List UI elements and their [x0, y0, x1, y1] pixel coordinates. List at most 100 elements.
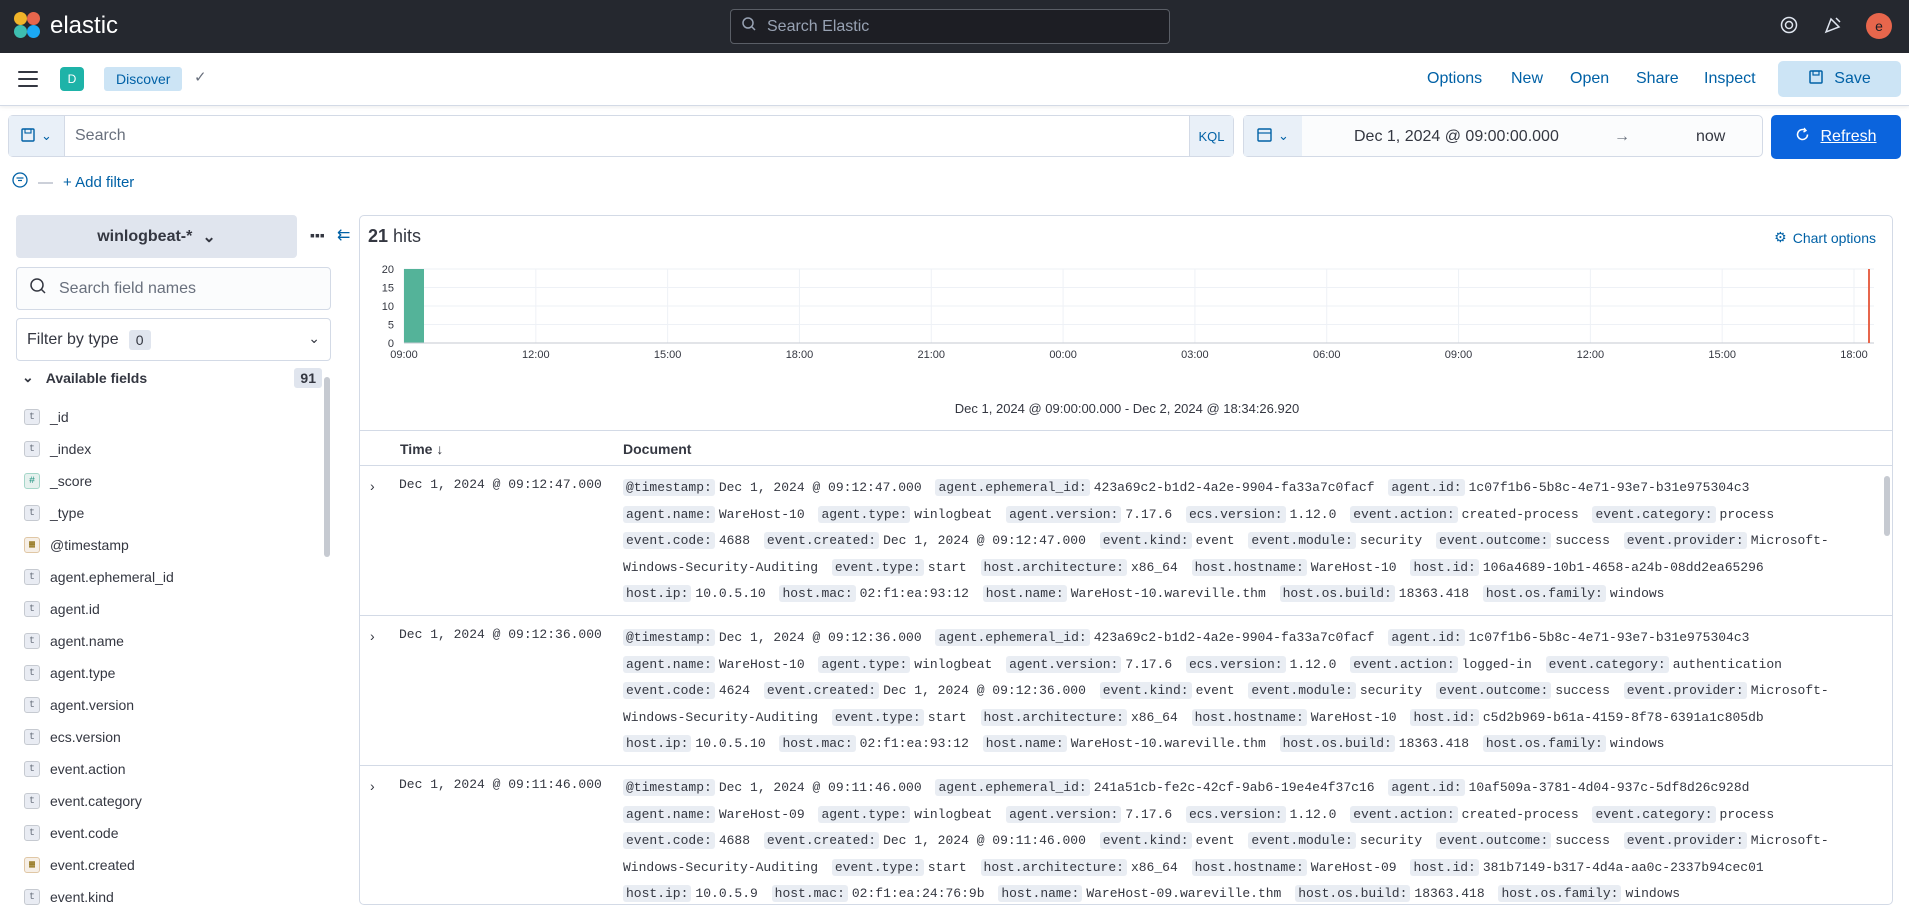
field-name: event.code [50, 825, 119, 841]
field-list-item[interactable]: t agent.version [24, 689, 324, 721]
document-field-key: event.category: [1592, 805, 1716, 823]
quick-date-menu[interactable]: ⌄ [1244, 116, 1302, 156]
document-field-key: host.name: [982, 735, 1067, 752]
saved-query-menu[interactable]: ⌄ [9, 116, 65, 156]
histogram-chart[interactable]: 2015105009:00 12:00 15:00 18:00 21:00 00:00 03… [360, 261, 1893, 371]
document-field-key: host.hostname: [1191, 708, 1307, 726]
chevron-right-icon[interactable]: › [370, 628, 375, 644]
field-list-item[interactable]: ▦ @timestamp [24, 529, 324, 561]
document-field-key: event.action: [1350, 655, 1458, 673]
document-field-key: ecs.version: [1185, 805, 1286, 823]
field-list-item[interactable]: t agent.id [24, 593, 324, 625]
document-field-value: 7.17.6 [1125, 806, 1173, 822]
query-input[interactable]: Search [75, 127, 126, 145]
document-field-key: event.outcome: [1436, 682, 1552, 699]
field-list-item[interactable]: t _type [24, 497, 324, 529]
field-list-item[interactable]: t event.kind [24, 881, 324, 913]
table-scrollbar[interactable] [1884, 476, 1890, 536]
share-link[interactable]: Share [1636, 70, 1679, 88]
save-icon [1808, 69, 1824, 90]
field-search-input[interactable]: Search field names [16, 267, 331, 310]
more-options-icon[interactable]: ▪▪▪ [310, 227, 325, 243]
document-field-value: 7.17.6 [1125, 506, 1173, 522]
document-field-key: event.provider: [1623, 832, 1747, 849]
document-field-key: event.kind: [1099, 532, 1192, 549]
divider: — [38, 173, 53, 191]
field-name: _index [50, 441, 92, 457]
hits-count: 21 [368, 226, 389, 246]
global-search-input[interactable]: Search Elastic [730, 9, 1170, 44]
news-feed-icon[interactable] [1824, 16, 1842, 39]
document-field-value: start [927, 709, 967, 725]
user-avatar[interactable]: e [1866, 13, 1892, 39]
chevron-right-icon[interactable]: › [370, 478, 375, 494]
document-field-key: agent.type: [818, 655, 911, 673]
chevron-down-icon: ⌄ [22, 369, 34, 385]
field-list-item[interactable]: # _score [24, 465, 324, 497]
chevron-right-icon[interactable]: › [370, 778, 375, 794]
field-list-item[interactable]: t event.action [24, 753, 324, 785]
field-name: ecs.version [50, 729, 121, 745]
save-button[interactable]: Save [1778, 61, 1901, 97]
x-tick-label: 12:00 [522, 349, 550, 361]
document-field-key: host.hostname: [1191, 858, 1307, 876]
field-list-item[interactable]: t event.category [24, 785, 324, 817]
inspect-link[interactable]: Inspect [1704, 70, 1756, 88]
document-field-key: host.id: [1410, 858, 1479, 876]
elastic-logo[interactable]: elastic [14, 12, 118, 40]
document-field-key: agent.ephemeral_id: [935, 629, 1090, 646]
field-list-item[interactable]: ▦ event.created [24, 849, 324, 881]
date-start[interactable]: Dec 1, 2024 @ 09:00:00.000 [1354, 128, 1559, 146]
document-field-key: event.created: [763, 682, 880, 699]
field-list-item[interactable]: t agent.name [24, 625, 324, 657]
document-table-header: Time ↓ Document [360, 430, 1892, 466]
document-field-key: host.architecture: [980, 558, 1127, 576]
help-icon[interactable] [1780, 16, 1798, 39]
field-name: agent.name [50, 633, 124, 649]
add-filter-button[interactable]: + Add filter [63, 174, 134, 191]
refresh-button[interactable]: Refresh [1771, 115, 1901, 159]
document-field-key: event.code: [623, 832, 715, 849]
document-field-key: event.module: [1248, 832, 1356, 849]
index-pattern-selector[interactable]: winlogbeat-* ⌄ [16, 215, 297, 258]
field-name: _type [50, 505, 85, 521]
histogram-range-caption: Dec 1, 2024 @ 09:00:00.000 - Dec 2, 2024… [954, 401, 1300, 416]
new-link[interactable]: New [1511, 70, 1543, 88]
document-field-value: created-process [1461, 506, 1579, 522]
chart-options-button[interactable]: ⚙ Chart options [1774, 229, 1876, 246]
field-list-item[interactable]: t _index [24, 433, 324, 465]
sidebar-scrollbar[interactable] [324, 377, 330, 557]
table-row[interactable]: › Dec 1, 2024 @ 09:12:47.000 @timestamp: De… [360, 466, 1892, 616]
field-list-item[interactable]: t agent.type [24, 657, 324, 689]
document-field-value: 1c07f1b6-5b8c-4e71-93e7-b31e975304c3 [1468, 480, 1750, 495]
space-avatar[interactable]: D [60, 67, 84, 91]
field-name: _score [50, 473, 93, 489]
date-end[interactable]: now [1696, 128, 1725, 146]
field-list-item[interactable]: t _id [24, 401, 324, 433]
field-list-item[interactable]: t ecs.version [24, 721, 324, 753]
open-link[interactable]: Open [1570, 70, 1609, 88]
document-field-key: agent.name: [623, 805, 715, 823]
filter-menu-icon[interactable] [12, 172, 28, 192]
field-list-item[interactable]: t event.code [24, 817, 324, 849]
column-header-time[interactable]: Time ↓ [400, 441, 443, 457]
available-fields-toggle[interactable]: ⌄ Available fields 91 [22, 368, 322, 388]
row-timestamp: Dec 1, 2024 @ 09:11:46.000 [399, 777, 602, 792]
breadcrumb-discover[interactable]: Discover [104, 67, 183, 91]
document-field-value: logged-in [1461, 656, 1532, 672]
field-list-item[interactable]: t agent.ephemeral_id [24, 561, 324, 593]
refresh-label: Refresh [1820, 128, 1877, 145]
table-row[interactable]: › Dec 1, 2024 @ 09:11:46.000 @timestamp: De… [360, 766, 1892, 904]
filter-by-type-button[interactable]: Filter by type 0 ⌄ [16, 318, 331, 361]
kql-language-button[interactable]: KQL [1189, 116, 1233, 156]
table-row[interactable]: › Dec 1, 2024 @ 09:12:36.000 @timestamp: De… [360, 616, 1892, 766]
menu-icon[interactable] [18, 71, 38, 87]
row-document: @timestamp: Dec 1, 2024 @ 09:12:47.000 ag… [623, 475, 1873, 608]
document-field-value: 106a4689-10b1-4658-a24b-08dd2ea65296 [1482, 559, 1764, 575]
collapse-sidebar-icon[interactable]: ⇇ [337, 225, 350, 245]
field-name: agent.version [50, 697, 135, 713]
document-field-value: event [1195, 833, 1235, 848]
document-field-key: agent.type: [818, 805, 911, 823]
options-link[interactable]: Options [1427, 70, 1482, 88]
x-tick-label: 18:00 [1840, 349, 1868, 361]
